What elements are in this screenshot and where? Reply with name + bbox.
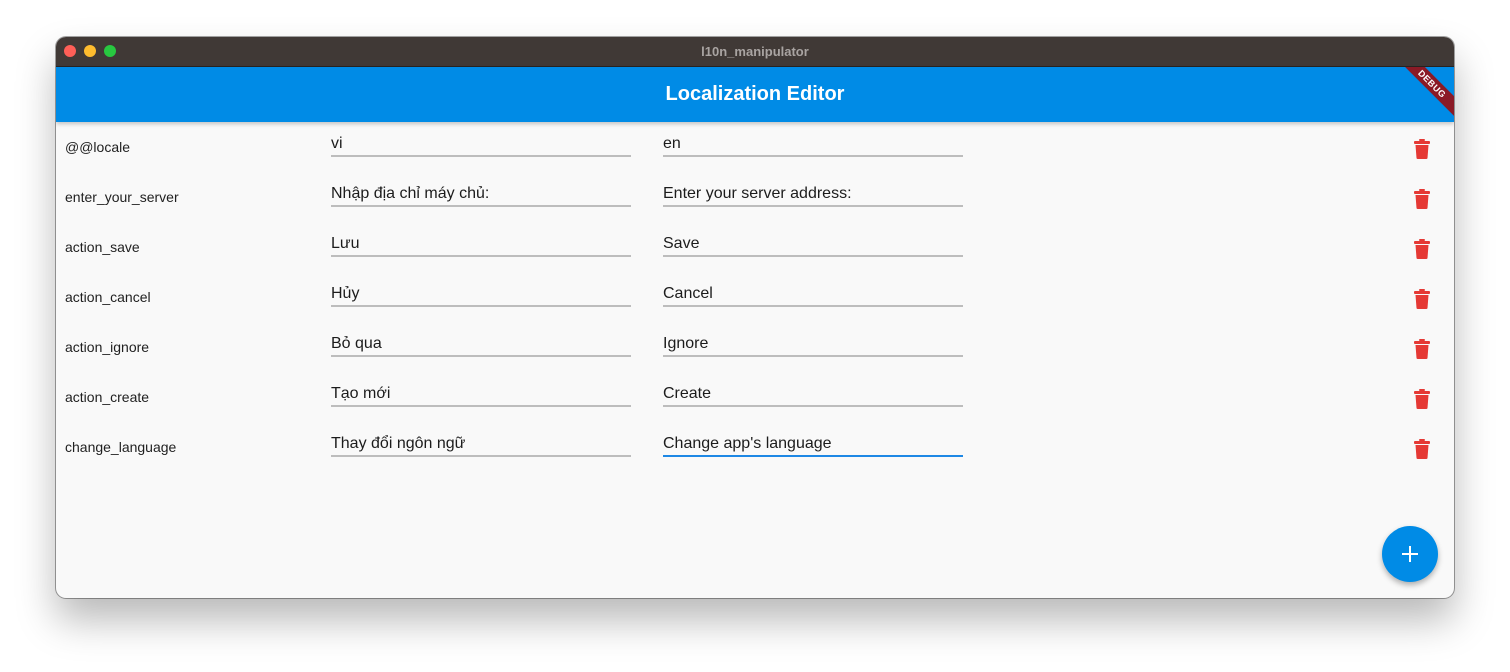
entry-key-label: @@locale [65, 139, 131, 155]
en-translation-field[interactable]: Enter your server address: [663, 175, 963, 207]
en-translation-field[interactable]: Save [663, 225, 963, 257]
en-translation-value: Create [663, 385, 712, 402]
trash-icon [1414, 189, 1430, 209]
vi-translation-field[interactable]: Bỏ qua [331, 325, 631, 357]
en-translation-field[interactable]: en [663, 125, 963, 157]
vi-translation-field[interactable]: Tạo mới [331, 375, 631, 407]
entry-row: action_cancel Hủy Cancel [56, 275, 1454, 325]
app-bar: Localization Editor DEBUG [56, 67, 1454, 122]
field-underline [331, 355, 631, 357]
field-underline [331, 405, 631, 407]
en-translation-field[interactable]: Cancel [663, 275, 963, 307]
window-titlebar[interactable]: l10n_manipulator [56, 37, 1454, 67]
en-translation-value: Cancel [663, 285, 713, 302]
desktop: l10n_manipulator Localization Editor DEB… [0, 0, 1510, 672]
field-underline [331, 255, 631, 257]
entry-row: action_create Tạo mới Create [56, 375, 1454, 425]
field-underline [663, 305, 963, 307]
vi-translation-value: Bỏ qua [331, 335, 382, 352]
vi-translation-field[interactable]: Nhập địa chỉ máy chủ: [331, 175, 631, 207]
entry-key-label: action_create [65, 389, 150, 405]
en-translation-value: Ignore [663, 335, 709, 352]
entry-key-label: enter_your_server [65, 189, 179, 205]
field-underline [331, 305, 631, 307]
delete-entry-button[interactable] [1414, 339, 1430, 359]
field-underline [663, 255, 963, 257]
vi-translation-field[interactable]: vi [331, 125, 631, 157]
vi-translation-value: Tạo mới [331, 385, 391, 402]
entry-row: change_language Thay đổi ngôn ngữ Change a… [56, 425, 1454, 475]
delete-entry-button[interactable] [1414, 239, 1430, 259]
field-underline [331, 155, 631, 157]
field-underline [663, 355, 963, 357]
delete-entry-button[interactable] [1414, 439, 1430, 459]
vi-translation-value: Thay đổi ngôn ngữ [331, 435, 466, 452]
trash-icon [1414, 239, 1430, 259]
vi-translation-value: Nhập địa chỉ máy chủ: [331, 185, 490, 202]
field-underline [331, 205, 631, 207]
entry-key-label: change_language [65, 439, 177, 455]
entry-row: action_save Lưu Save [56, 225, 1454, 275]
entry-row: @@locale vi en [56, 125, 1454, 175]
en-translation-value: Save [663, 235, 700, 252]
vi-translation-value: vi [331, 135, 343, 152]
field-underline [331, 455, 631, 457]
delete-entry-button[interactable] [1414, 139, 1430, 159]
entry-key-label: action_cancel [65, 289, 151, 305]
plus-icon [1402, 546, 1418, 562]
field-underline [663, 455, 963, 457]
window-title: l10n_manipulator [701, 44, 809, 59]
delete-entry-button[interactable] [1414, 289, 1430, 309]
entry-row: enter_your_server Nhập địa chỉ máy chủ: En… [56, 175, 1454, 225]
trash-icon [1414, 289, 1430, 309]
vi-translation-field[interactable]: Lưu [331, 225, 631, 257]
field-underline [663, 405, 963, 407]
trash-icon [1414, 139, 1430, 159]
en-translation-value: Enter your server address: [663, 185, 852, 202]
en-translation-value: en [663, 135, 681, 152]
en-translation-field[interactable]: Create [663, 375, 963, 407]
field-underline [663, 155, 963, 157]
vi-translation-field[interactable]: Hủy [331, 275, 631, 307]
trash-icon [1414, 339, 1430, 359]
entry-row: action_ignore Bỏ qua Ignore [56, 325, 1454, 375]
trash-icon [1414, 439, 1430, 459]
page-title: Localization Editor [665, 83, 845, 105]
delete-entry-button[interactable] [1414, 389, 1430, 409]
trash-icon [1414, 389, 1430, 409]
field-underline [663, 205, 963, 207]
vi-translation-field[interactable]: Thay đổi ngôn ngữ [331, 425, 631, 457]
delete-entry-button[interactable] [1414, 189, 1430, 209]
localization-list: @@locale vi en enter_your_server Nhập địa ch… [56, 125, 1454, 475]
en-translation-value: Change app's language [663, 435, 832, 452]
entry-key-label: action_ignore [65, 339, 150, 355]
vi-translation-value: Lưu [331, 235, 360, 252]
en-translation-field[interactable]: Change app's language [663, 425, 963, 457]
add-entry-button[interactable] [1382, 526, 1438, 582]
app-window: l10n_manipulator Localization Editor DEB… [56, 37, 1454, 598]
vi-translation-value: Hủy [331, 285, 360, 302]
entry-key-label: action_save [65, 239, 140, 255]
en-translation-field[interactable]: Ignore [663, 325, 963, 357]
